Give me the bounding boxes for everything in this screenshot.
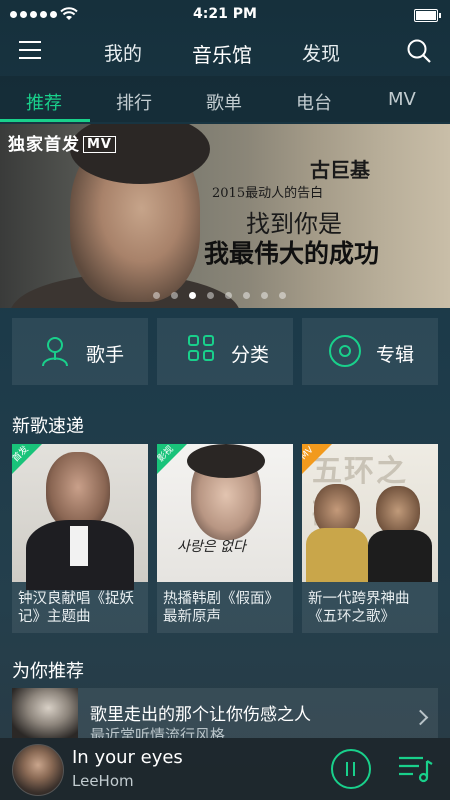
new-song-card[interactable]: 사랑은 없다 影视 热播韩剧《假面》最新原声 bbox=[157, 444, 293, 633]
banner-dot[interactable] bbox=[243, 292, 250, 299]
subtab-indicator bbox=[0, 119, 90, 122]
now-playing-avatar bbox=[12, 744, 64, 796]
recommend-thumbnail bbox=[12, 688, 78, 738]
pause-bar-right bbox=[353, 762, 355, 776]
new-song-card[interactable]: 五环之歌 MV 新一代跨界神曲《五环之歌》 bbox=[302, 444, 438, 633]
banner-exclusive-label: 独家首发 MV bbox=[8, 130, 116, 155]
banner-dot[interactable] bbox=[261, 292, 268, 299]
tab-my[interactable]: 我的 bbox=[104, 39, 142, 66]
menu-icon[interactable] bbox=[19, 41, 41, 61]
banner-dot[interactable] bbox=[189, 292, 196, 299]
mini-player[interactable]: In your eyes LeeHom bbox=[0, 738, 450, 800]
song-caption: 新一代跨界神曲《五环之歌》 bbox=[308, 591, 410, 625]
banner-page-indicator bbox=[153, 292, 286, 299]
header: 我的 音乐馆 发现 bbox=[0, 30, 450, 76]
banner-dot[interactable] bbox=[279, 292, 286, 299]
pause-button[interactable] bbox=[331, 749, 371, 789]
search-icon[interactable] bbox=[406, 38, 432, 64]
subtab-recommend[interactable]: 推荐 bbox=[26, 89, 62, 115]
chevron-right-icon bbox=[412, 709, 429, 726]
subtab-playlist[interactable]: 歌单 bbox=[206, 89, 242, 115]
new-song-card[interactable]: 首发 钟汉良献唱《捉妖记》主题曲 bbox=[12, 444, 148, 633]
banner-mv-badge: MV bbox=[83, 136, 116, 153]
tab-discover[interactable]: 发现 bbox=[302, 39, 340, 66]
song-caption: 热播韩剧《假面》最新原声 bbox=[163, 591, 279, 625]
song-caption: 钟汉良献唱《捉妖记》主题曲 bbox=[18, 591, 134, 625]
battery-icon bbox=[414, 9, 441, 22]
status-bar: 4:21 PM bbox=[0, 0, 450, 30]
category-genre-label: 分类 bbox=[231, 344, 270, 366]
status-time: 4:21 PM bbox=[193, 6, 257, 22]
promo-banner[interactable]: 独家首发 MV 古巨基 2015最动人的告白 找到你是 我最伟大的成功 bbox=[0, 124, 450, 308]
subtab-mv[interactable]: MV bbox=[388, 89, 416, 110]
banner-headline-2: 我最伟大的成功 bbox=[204, 239, 380, 268]
recommend-item[interactable]: 歌里走出的那个让你伤感之人 最近常听情流行风格 bbox=[12, 688, 438, 738]
pause-bar-left bbox=[346, 762, 348, 776]
recommend-item-title: 歌里走出的那个让你伤感之人 bbox=[90, 705, 311, 725]
banner-dot[interactable] bbox=[171, 292, 178, 299]
new-songs-title: 新歌速递 bbox=[12, 416, 84, 437]
category-singer-label: 歌手 bbox=[86, 344, 125, 366]
category-genre[interactable]: 分类 bbox=[157, 318, 293, 385]
tab-music-hall[interactable]: 音乐馆 bbox=[192, 39, 252, 68]
category-album-label: 专辑 bbox=[376, 344, 415, 366]
banner-dot[interactable] bbox=[225, 292, 232, 299]
singer-icon bbox=[42, 337, 68, 367]
recommend-title: 为你推荐 bbox=[12, 661, 84, 682]
banner-subtitle: 2015最动人的告白 bbox=[212, 186, 324, 201]
recommend-item-subtitle: 最近常听情流行风格 bbox=[90, 726, 226, 738]
grid-icon bbox=[188, 335, 214, 361]
subtab-ranking[interactable]: 排行 bbox=[116, 89, 152, 115]
category-album[interactable]: 专辑 bbox=[302, 318, 438, 385]
now-playing-title: In your eyes bbox=[72, 747, 183, 768]
sub-tabs: 推荐 排行 歌单 电台 MV bbox=[0, 76, 450, 122]
subtab-radio[interactable]: 电台 bbox=[296, 89, 332, 115]
playlist-icon[interactable] bbox=[397, 755, 433, 783]
banner-dot[interactable] bbox=[153, 292, 160, 299]
banner-dot[interactable] bbox=[207, 292, 214, 299]
category-singer[interactable]: 歌手 bbox=[12, 318, 148, 385]
now-playing-artist: LeeHom bbox=[72, 772, 134, 790]
banner-artist-name: 古巨基 bbox=[310, 158, 370, 182]
disc-icon bbox=[329, 335, 361, 367]
